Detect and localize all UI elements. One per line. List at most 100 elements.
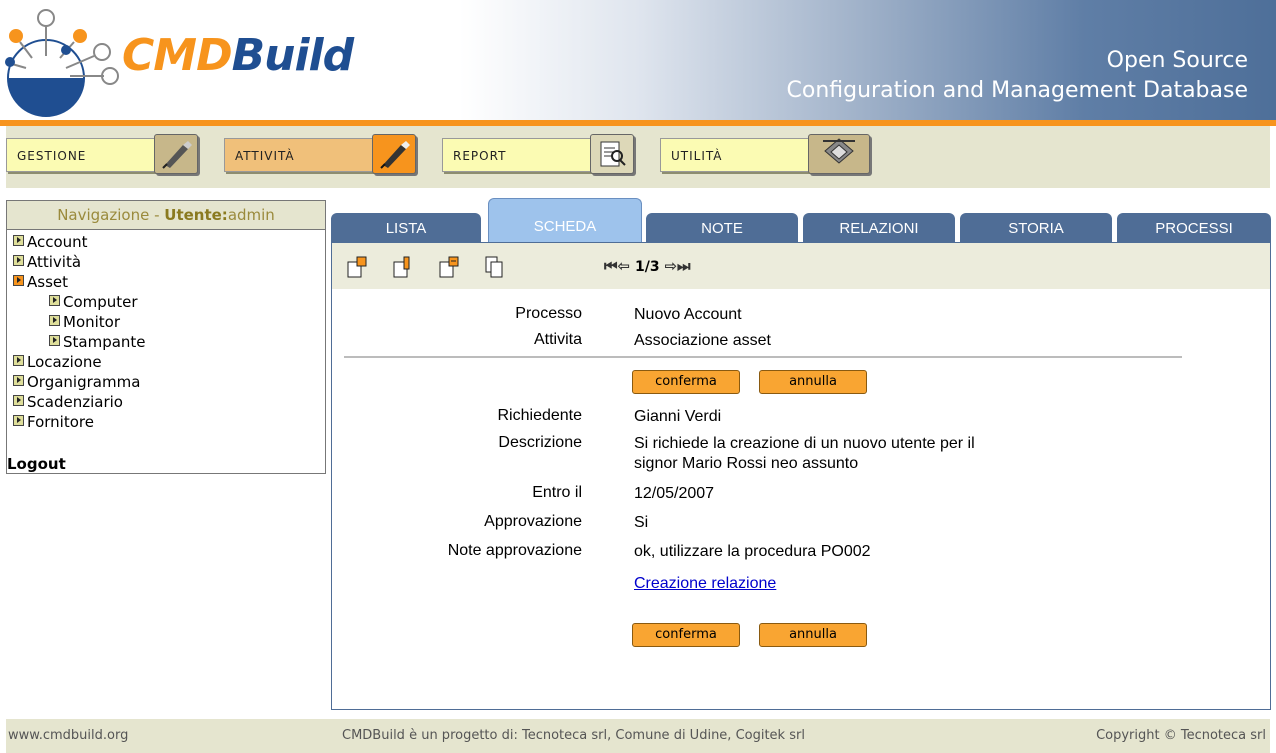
tagline: Open Source Configuration and Management… (787, 46, 1248, 106)
pager: ⏮⇦ 1/3 ⇨⏭ (604, 257, 691, 275)
cancel-button-top[interactable]: annulla (759, 370, 867, 394)
tree-item-computer[interactable]: Computer (7, 292, 325, 312)
tools-icon[interactable] (808, 134, 870, 174)
description-line: signor Mario Rossi neo assunto (634, 455, 859, 472)
tree-item-monitor[interactable]: Monitor (7, 312, 325, 332)
footer: www.cmdbuild.org CMDBuild è un progetto … (6, 719, 1270, 753)
page-indicator: 1/3 (634, 259, 660, 275)
next-page-icon[interactable]: ⇨ (664, 257, 677, 275)
field-value: Nuovo Account (634, 306, 742, 323)
tree-item-locazione[interactable]: Locazione (7, 352, 325, 372)
user-label: Utente: (164, 206, 228, 224)
logo-text-part2: Build (231, 30, 355, 81)
expand-icon[interactable] (49, 315, 60, 326)
tree-item-label[interactable]: Asset (27, 273, 68, 291)
footer-credits: CMDBuild è un progetto di: Tecnoteca srl… (342, 728, 805, 743)
create-relation-link[interactable]: Creazione relazione (634, 575, 776, 593)
logo-text: CMDBuild (122, 34, 354, 78)
pen-icon[interactable] (372, 134, 416, 174)
menu-utilita-label[interactable]: UTILITÀ (660, 138, 810, 172)
confirm-button-bottom[interactable]: conferma (632, 623, 740, 647)
first-page-icon[interactable]: ⏮ (604, 257, 618, 275)
tree-item-attivita[interactable]: Attività (7, 252, 325, 272)
expand-icon[interactable] (13, 235, 24, 246)
main-menu: GESTIONE ATTIVITÀ REPORT UTILITÀ (6, 126, 1270, 188)
header: CMDBuild Open Source Configuration and M… (0, 0, 1276, 120)
menu-gestione[interactable]: GESTIONE (6, 134, 216, 174)
tree-item-label[interactable]: Computer (63, 293, 138, 311)
tab-lista[interactable]: LISTA (331, 213, 481, 242)
tree-item-stampante[interactable]: Stampante (7, 332, 325, 352)
footer-site-link[interactable]: www.cmdbuild.org (8, 719, 128, 753)
tree-item-label[interactable]: Fornitore (27, 413, 94, 431)
menu-report[interactable]: REPORT (442, 134, 654, 174)
navigation-title-text: Navigazione - (57, 206, 165, 224)
copy-card-icon[interactable] (484, 255, 506, 279)
navigation-tree: Account Attività Asset Computer Monitor … (7, 230, 325, 432)
tree-item-label[interactable]: Locazione (27, 353, 102, 371)
field-label: Processo (515, 305, 582, 322)
tree-item-label[interactable]: Account (27, 233, 88, 251)
expand-icon[interactable] (13, 415, 24, 426)
field-value: Si richiede la creazione di un nuovo ute… (634, 434, 975, 474)
tab-scheda[interactable]: SCHEDA (488, 198, 642, 242)
last-page-icon[interactable]: ⏭ (677, 257, 691, 275)
pen-icon[interactable] (154, 134, 198, 174)
card-toolbar: ⏮⇦ 1/3 ⇨⏭ (332, 243, 1270, 289)
field-label: Note approvazione (447, 542, 582, 559)
expand-icon[interactable] (13, 375, 24, 386)
logout-link[interactable]: Logout (7, 455, 66, 473)
tree-item-organigramma[interactable]: Organigramma (7, 372, 325, 392)
tab-note[interactable]: NOTE (646, 213, 798, 242)
field-value: Si (634, 514, 649, 531)
menu-attivita-label[interactable]: ATTIVITÀ (224, 138, 374, 172)
expand-icon[interactable] (13, 395, 24, 406)
tree-item-account[interactable]: Account (7, 232, 325, 252)
tree-item-label[interactable]: Organigramma (27, 373, 140, 391)
footer-copyright: Copyright © Tecnoteca srl (1096, 728, 1266, 743)
field-label: Attivita (533, 331, 582, 348)
report-search-icon[interactable] (590, 134, 634, 174)
tree-item-asset[interactable]: Asset (7, 272, 325, 292)
field-value: ok, utilizzare la procedura PO002 (634, 543, 871, 560)
menu-report-label[interactable]: REPORT (442, 138, 592, 172)
edit-card-icon[interactable] (392, 255, 414, 279)
description-line: Si richiede la creazione di un nuovo ute… (634, 435, 975, 452)
confirm-button-top[interactable]: conferma (632, 370, 740, 394)
field-value: 12/05/2007 (634, 485, 715, 502)
logo-text-part1: CMD (122, 30, 233, 81)
expand-icon[interactable] (13, 355, 24, 366)
cancel-button-bottom[interactable]: annulla (759, 623, 867, 647)
tagline-line1: Open Source (1106, 48, 1248, 73)
tree-item-label[interactable]: Scadenziario (27, 393, 123, 411)
field-value: Gianni Verdi (634, 408, 722, 425)
previous-page-icon[interactable]: ⇦ (618, 257, 631, 275)
new-card-icon[interactable] (346, 255, 368, 279)
menu-gestione-label[interactable]: GESTIONE (6, 138, 156, 172)
expand-icon[interactable] (13, 255, 24, 266)
field-label: Descrizione (498, 434, 582, 451)
tab-processi[interactable]: PROCESSI (1117, 213, 1271, 242)
user-name: admin (227, 206, 275, 224)
tab-relazioni[interactable]: RELAZIONI (803, 213, 955, 242)
navigation-panel: Navigazione - Utente:admin Account Attiv… (6, 200, 326, 474)
expand-icon[interactable] (49, 335, 60, 346)
tree-item-label[interactable]: Monitor (63, 313, 120, 331)
field-label: Approvazione (484, 513, 582, 530)
logo-graphic-icon (5, 9, 119, 117)
tab-storia[interactable]: STORIA (960, 213, 1112, 242)
field-value: Associazione asset (634, 332, 771, 349)
tree-item-label[interactable]: Attività (27, 253, 81, 271)
field-label: Entro il (532, 484, 582, 501)
tagline-line2: Configuration and Management Database (786, 78, 1248, 103)
clone-card-icon[interactable] (438, 255, 460, 279)
tree-item-fornitore[interactable]: Fornitore (7, 412, 325, 432)
tree-item-label[interactable]: Stampante (63, 333, 146, 351)
collapse-icon[interactable] (13, 275, 24, 286)
separator (344, 356, 1182, 358)
menu-attivita[interactable]: ATTIVITÀ (224, 134, 436, 174)
menu-utilita[interactable]: UTILITÀ (660, 134, 872, 174)
expand-icon[interactable] (49, 295, 60, 306)
card-panel: ⏮⇦ 1/3 ⇨⏭ Processo Nuovo Account Attivit… (331, 242, 1271, 710)
tree-item-scadenziario[interactable]: Scadenziario (7, 392, 325, 412)
